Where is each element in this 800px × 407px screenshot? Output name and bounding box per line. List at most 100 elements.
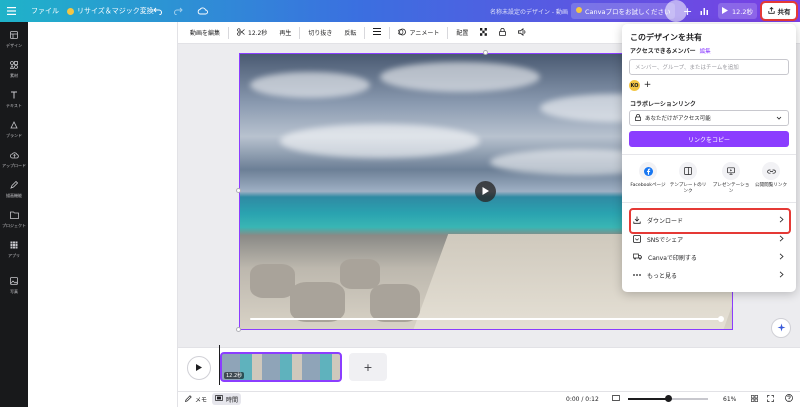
file-menu-label: ファイル [31, 7, 59, 15]
animate-icon [398, 28, 407, 38]
rail-item-upload[interactable]: アップロード [0, 151, 28, 169]
rail-item-text[interactable]: テキスト [0, 91, 28, 109]
access-edit-link[interactable]: 編集 [700, 47, 711, 55]
share-option-public-link[interactable]: 公開閲覧リンク [751, 162, 791, 189]
share-option-label: プレゼンテーション [712, 183, 750, 194]
more-icon [633, 272, 641, 279]
add-collaborator-button[interactable]: + [683, 0, 692, 22]
more-options-button[interactable]: もっと見る [629, 267, 789, 284]
cloud-shape [250, 72, 370, 98]
lock-button[interactable] [493, 22, 512, 44]
rail-item-design[interactable]: デザイン [0, 31, 28, 49]
position-button[interactable]: 配置 [450, 22, 474, 44]
share-option-template-link[interactable]: テンプレートのリンク [668, 162, 708, 194]
add-member-button[interactable]: + [642, 80, 653, 91]
resize-handle[interactable] [236, 327, 241, 332]
playback-button[interactable]: 再生 [273, 22, 297, 44]
line-style-button[interactable] [367, 22, 387, 44]
presentation-icon [722, 162, 740, 180]
panel-divider [622, 202, 796, 203]
print-button[interactable]: Canvaで印刷する [629, 249, 789, 266]
magic-assistant-button[interactable] [771, 318, 791, 338]
share-button[interactable]: 共有 [760, 1, 798, 21]
share-option-presentation[interactable]: プレゼンテーション [711, 162, 751, 194]
copy-link-label: リンクをコピー [687, 136, 730, 144]
checkerboard-icon [480, 27, 488, 38]
help-button[interactable] [785, 391, 793, 407]
crop-button[interactable]: 切り抜き [302, 22, 338, 44]
rail-item-apps[interactable]: アプリ [0, 241, 28, 259]
video-scrubber-track[interactable] [250, 318, 720, 320]
zoom-slider-fill [628, 398, 668, 400]
doc-title-text: 名称未設定のデザイン - 動画 [490, 8, 568, 16]
grid-view-button[interactable] [751, 391, 758, 407]
access-level-select[interactable]: あなただけがアクセス可能 [629, 110, 789, 126]
insights-button[interactable] [700, 0, 709, 22]
chevron-down-icon [776, 115, 782, 123]
fullscreen-button[interactable] [767, 391, 774, 407]
present-play-button[interactable]: 12.2秒 [718, 3, 757, 19]
redo-button[interactable] [174, 0, 183, 22]
resize-handle[interactable] [483, 50, 488, 55]
rail-item-brand[interactable]: ブランド [0, 121, 28, 139]
trim-button[interactable]: 12.2秒 [231, 22, 273, 44]
rail-item-photos[interactable]: 写真 [0, 277, 28, 295]
cloud-icon [197, 7, 208, 15]
toolbar-divider [364, 26, 366, 39]
cloud-shape [380, 62, 540, 92]
sparkle-icon [777, 323, 786, 334]
zoom-percent[interactable]: 61% [723, 391, 736, 407]
folder-icon [9, 211, 19, 221]
time-toggle[interactable]: 時間 [212, 393, 242, 405]
timeline-play-button[interactable] [187, 356, 211, 380]
toolbar-divider [299, 26, 301, 39]
flip-button[interactable]: 反転 [338, 22, 362, 44]
undo-button[interactable] [153, 0, 162, 22]
scissors-icon [237, 27, 245, 38]
zoom-slider-knob[interactable] [665, 395, 672, 402]
rail-label-elements: 素材 [10, 73, 18, 78]
notes-button[interactable]: メモ [184, 391, 208, 407]
cloud-save-status[interactable] [197, 0, 208, 22]
rail-item-draw[interactable]: 描画機能 [0, 180, 28, 199]
notes-label: メモ [195, 396, 208, 404]
undo-icon [153, 7, 162, 15]
menu-button[interactable] [7, 0, 16, 22]
resize-handle[interactable] [236, 188, 241, 193]
rail-item-elements[interactable]: 素材 [0, 61, 28, 79]
hamburger-icon [7, 7, 16, 15]
share-panel-title: このデザインを共有 [630, 33, 702, 42]
animate-button[interactable]: アニメート [392, 22, 445, 44]
tetrapod-shape [290, 282, 345, 322]
rail-label-text: テキスト [6, 103, 22, 108]
expand-icon [767, 394, 774, 404]
invite-members-input[interactable]: メンバー、グループ、またはチームを追加 [629, 59, 789, 75]
add-clip-button[interactable]: + [349, 353, 387, 381]
tetrapod-shape [370, 284, 420, 322]
try-pro-button[interactable]: Canvaプロをお試しください [571, 3, 676, 19]
file-menu[interactable]: ファイル [31, 0, 59, 22]
animate-label: アニメート [409, 30, 440, 37]
toolbar-divider [389, 26, 391, 39]
copy-link-button[interactable]: リンクをコピー [629, 131, 789, 147]
doc-title[interactable]: 名称未設定のデザイン - 動画 [490, 0, 568, 22]
page-view-button[interactable] [612, 391, 620, 407]
brand-icon [10, 121, 18, 131]
download-highlight [629, 208, 791, 234]
text-icon [10, 91, 18, 101]
video-play-button[interactable] [475, 181, 496, 202]
avatar[interactable]: KO [629, 80, 640, 91]
redo-icon [174, 7, 183, 15]
volume-button[interactable] [512, 22, 533, 44]
resize-magic-button[interactable]: リサイズ＆マジック変換 [67, 0, 154, 22]
bar-chart-icon [700, 7, 709, 15]
draw-icon [10, 180, 19, 191]
elements-icon [9, 61, 18, 71]
edit-video-button[interactable]: 動画を編集 [184, 22, 226, 44]
public-link-icon [762, 162, 780, 180]
rail-item-projects[interactable]: プロジェクト [0, 211, 28, 229]
cloud-shape [280, 124, 480, 158]
transparency-button[interactable] [474, 22, 493, 44]
video-scrubber-knob[interactable] [718, 316, 724, 322]
share-option-facebook[interactable]: Facebookページ [628, 162, 668, 189]
